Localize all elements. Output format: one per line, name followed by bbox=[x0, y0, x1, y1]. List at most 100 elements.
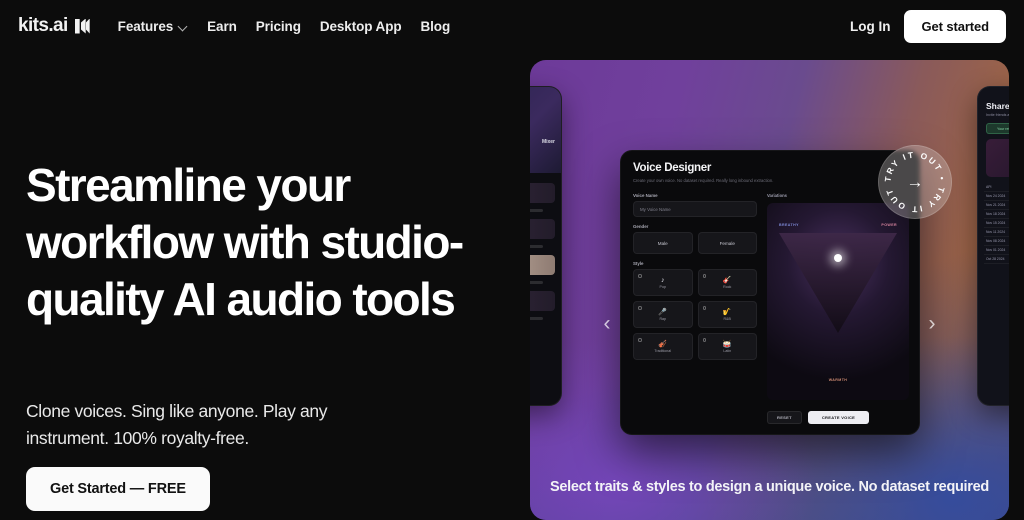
list-item: Oct 28 2024 bbox=[984, 255, 1009, 264]
peek-left-header-band bbox=[530, 87, 561, 173]
list-item-label: API bbox=[986, 185, 992, 189]
peek-line bbox=[530, 245, 543, 248]
radio-icon bbox=[702, 306, 706, 310]
style-tile-label: R&B bbox=[723, 316, 731, 321]
voice-designer-description: Create your own voice. No dataset requir… bbox=[633, 178, 774, 183]
peek-list-item bbox=[530, 219, 555, 239]
gender-option-female[interactable]: Female bbox=[697, 232, 757, 254]
nav-item-features[interactable]: Features bbox=[118, 19, 188, 34]
voice-name-label: Voice Name bbox=[633, 193, 658, 198]
peek-line bbox=[530, 209, 543, 212]
try-it-out-badge[interactable]: TRY IT OUT • TRY IT OUT • → bbox=[878, 145, 952, 219]
triangle-corner-power: POWER bbox=[881, 223, 897, 227]
list-item-label: Nov 18 2024 bbox=[986, 212, 1006, 216]
voice-designer-title: Voice Designer bbox=[633, 162, 712, 174]
list-item-label: Nov 01 2024 bbox=[986, 248, 1006, 252]
hero-headline: Streamline your workflow with studio-qua… bbox=[26, 159, 464, 325]
music-note-icon: ♪ bbox=[661, 276, 665, 284]
variations-panel: Variations BREATHY POWER WARMTH bbox=[767, 193, 909, 400]
hero-section: Streamline your workflow with studio-qua… bbox=[0, 52, 530, 520]
peek-right-amount-box: $16 total earned bbox=[986, 139, 1009, 177]
peek-right-success-banner: Your referral bonus has been credited bbox=[986, 123, 1009, 134]
carousel-peek-card-right[interactable]: Share and Ea Invite friends and earn rew… bbox=[977, 86, 1009, 406]
drum-icon: 🥁 bbox=[722, 340, 732, 348]
radio-icon bbox=[638, 274, 642, 278]
style-tile-pop[interactable]: ♪ Pop bbox=[633, 269, 693, 296]
saxophone-icon: 🎷 bbox=[722, 308, 732, 316]
product-showcase: Mixer music - Share and Ea Invite friend… bbox=[530, 60, 1009, 520]
list-item: Nov 08 2024 bbox=[984, 237, 1009, 246]
showcase-caption: Select traits & styles to design a uniqu… bbox=[550, 479, 989, 495]
style-tile-label: Traditional bbox=[654, 348, 672, 353]
list-item: Nov 11 2024 bbox=[984, 228, 1009, 237]
style-tile-label: Rock bbox=[723, 284, 732, 289]
peek-right-list: API Nov 24 2024 Nov 21 2024 Nov 18 2024 … bbox=[984, 183, 1009, 264]
gender-segmented-control: Male Female bbox=[633, 232, 757, 254]
style-grid: ♪ Pop 🎸 Rock 🎤 Rap 🎷 R&B 🎻 Traditional 🥁… bbox=[633, 269, 757, 360]
gender-label: Gender bbox=[633, 224, 649, 229]
landing-page: kits.ai Features Earn Pricing Desktop Ap… bbox=[0, 0, 1024, 520]
list-item: Nov 18 2024 bbox=[984, 210, 1009, 219]
voice-designer-actions: RESET CREATE VOICE bbox=[767, 411, 870, 424]
list-item-label: Nov 24 2024 bbox=[986, 194, 1006, 198]
triangle-handle[interactable] bbox=[834, 254, 842, 262]
radio-icon bbox=[702, 274, 706, 278]
peek-right-banner-text: Your referral bonus has been credited bbox=[997, 127, 1009, 131]
create-voice-button[interactable]: CREATE VOICE bbox=[807, 411, 870, 424]
style-tile-rnb[interactable]: 🎷 R&B bbox=[697, 301, 757, 328]
peek-left-rows bbox=[530, 183, 555, 327]
nav-item-desktop-app[interactable]: Desktop App bbox=[320, 19, 402, 34]
get-started-button[interactable]: Get started bbox=[904, 9, 1006, 43]
login-link[interactable]: Log In bbox=[850, 19, 891, 34]
arrow-right-icon: → bbox=[906, 172, 924, 192]
hero-cta-button[interactable]: Get Started — FREE bbox=[26, 467, 210, 511]
peek-line bbox=[530, 317, 543, 320]
list-item-label: Nov 08 2024 bbox=[986, 239, 1006, 243]
carousel-next-button[interactable]: › bbox=[923, 310, 941, 338]
kits-logo-mark-icon bbox=[74, 18, 90, 34]
triangle-corner-breathy: BREATHY bbox=[779, 223, 799, 227]
peek-list-item bbox=[530, 291, 555, 311]
site-header: kits.ai Features Earn Pricing Desktop Ap… bbox=[0, 0, 1024, 52]
style-tile-traditional[interactable]: 🎻 Traditional bbox=[633, 333, 693, 360]
peek-right-subtitle: Invite friends and earn rewards bbox=[986, 113, 1009, 117]
nav-item-pricing[interactable]: Pricing bbox=[256, 19, 301, 34]
list-item: Nov 15 2024 bbox=[984, 219, 1009, 228]
peek-line bbox=[530, 281, 543, 284]
reset-button[interactable]: RESET bbox=[767, 411, 802, 424]
radio-icon bbox=[702, 338, 706, 342]
hero-subheadline: Clone voices. Sing like anyone. Play any… bbox=[26, 401, 328, 448]
style-tile-label: Pop bbox=[659, 284, 666, 289]
list-item: Nov 24 2024 bbox=[984, 192, 1009, 201]
carousel-prev-button[interactable]: ‹ bbox=[598, 310, 616, 338]
triangle-corner-warmth: WARMTH bbox=[828, 378, 848, 382]
nav-item-blog[interactable]: Blog bbox=[421, 19, 451, 34]
list-item: Nov 01 2024 bbox=[984, 246, 1009, 255]
style-tile-rap[interactable]: 🎤 Rap bbox=[633, 301, 693, 328]
variations-triangle-control[interactable]: BREATHY POWER WARMTH bbox=[767, 203, 909, 400]
radio-icon bbox=[638, 338, 642, 342]
peek-list-item bbox=[530, 255, 555, 275]
style-label: Style bbox=[633, 261, 644, 266]
peek-left-title: Mixer bbox=[541, 139, 555, 145]
list-item-label: Nov 15 2024 bbox=[986, 221, 1006, 225]
nav-label-features: Features bbox=[117, 18, 174, 34]
peek-list-item bbox=[530, 183, 555, 203]
peek-right-title: Share and Ea bbox=[986, 101, 1009, 111]
list-item-label: Oct 28 2024 bbox=[986, 257, 1005, 261]
gender-option-male[interactable]: Male bbox=[633, 232, 693, 254]
list-item-label: Nov 21 2024 bbox=[986, 203, 1006, 207]
style-tile-rock[interactable]: 🎸 Rock bbox=[697, 269, 757, 296]
style-tile-label: Rap bbox=[659, 316, 667, 321]
brand-logo[interactable]: kits.ai bbox=[18, 15, 90, 37]
radio-icon bbox=[638, 306, 642, 310]
style-tile-latin[interactable]: 🥁 Latin bbox=[697, 333, 757, 360]
carousel-peek-card-left[interactable]: Mixer music - bbox=[530, 86, 562, 406]
nav-item-earn[interactable]: Earn bbox=[207, 19, 237, 34]
violin-icon: 🎻 bbox=[658, 340, 668, 348]
list-item: API bbox=[984, 183, 1009, 192]
voice-name-input[interactable]: My Voice Name bbox=[633, 201, 757, 217]
voice-designer-form: Voice Name My Voice Name Gender Male Fem… bbox=[633, 193, 757, 360]
brand-wordmark: kits.ai bbox=[18, 15, 68, 36]
header-actions: Log In Get started bbox=[850, 9, 1006, 43]
